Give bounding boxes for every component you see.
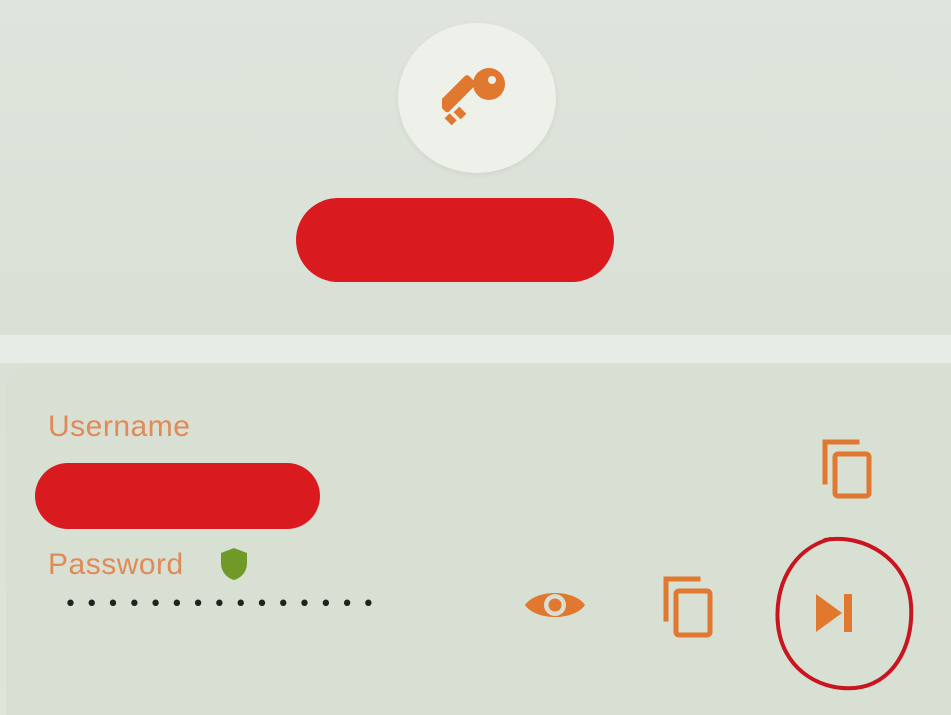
- entry-avatar: [398, 23, 556, 173]
- entry-title-redacted: [296, 198, 614, 282]
- copy-icon: [663, 576, 713, 638]
- entry-header: [0, 0, 951, 335]
- section-divider: [0, 335, 951, 363]
- password-label: Password: [48, 548, 184, 581]
- show-password-button[interactable]: [518, 580, 592, 630]
- copy-icon: [822, 439, 872, 499]
- username-value-redacted[interactable]: [35, 463, 320, 529]
- username-label: Username: [48, 410, 191, 443]
- password-entry-screen: Username Password •••••••••••••••: [0, 0, 951, 715]
- copy-username-button[interactable]: [812, 432, 882, 504]
- key-icon: [442, 68, 505, 126]
- skip-next-icon: [816, 594, 852, 632]
- autofill-button[interactable]: [800, 583, 870, 643]
- password-masked-value[interactable]: •••••••••••••••: [64, 592, 383, 617]
- copy-password-button[interactable]: [654, 570, 722, 642]
- eye-icon: [525, 593, 585, 617]
- shield-icon: [221, 548, 247, 580]
